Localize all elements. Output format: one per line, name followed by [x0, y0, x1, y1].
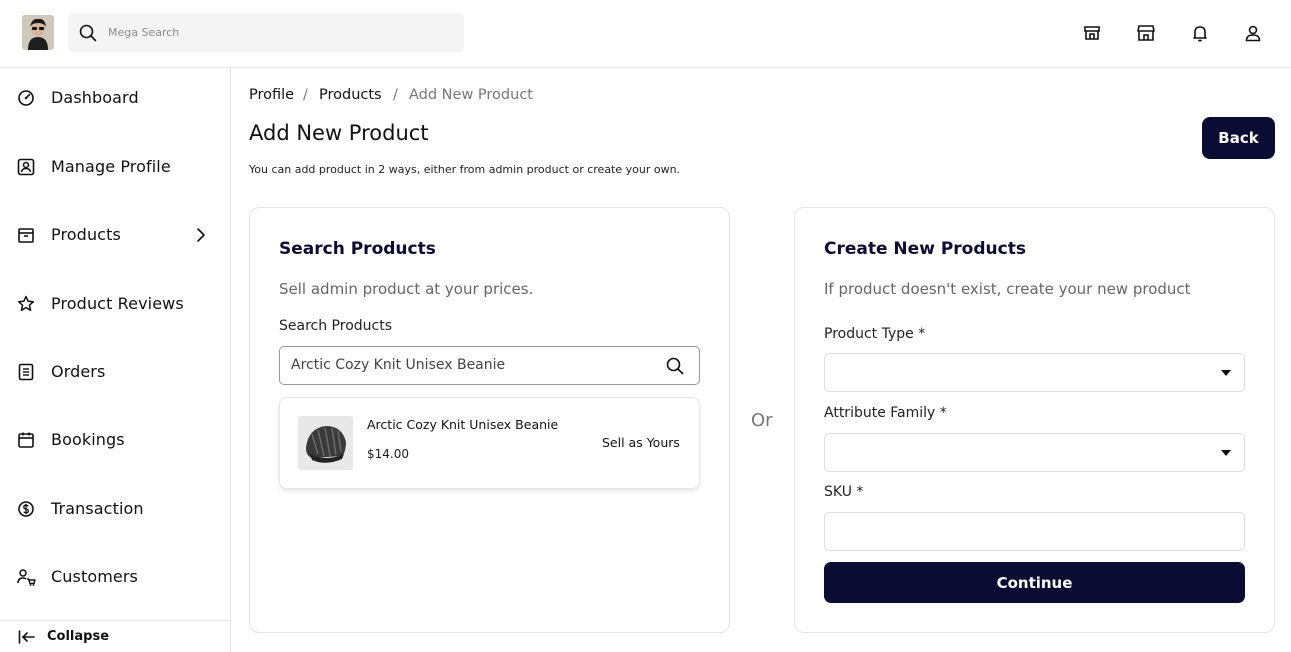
- continue-button[interactable]: Continue: [824, 562, 1245, 603]
- search-products-card: Search Products Sell admin product at yo…: [249, 207, 730, 633]
- or-divider: Or: [751, 410, 773, 431]
- search-card-title: Search Products: [279, 239, 436, 259]
- product-type-select[interactable]: [824, 353, 1245, 392]
- user-icon[interactable]: [1243, 23, 1263, 43]
- attribute-family-select[interactable]: [824, 433, 1245, 472]
- dollar-icon: [18, 501, 34, 517]
- sidebar-item-label: Products: [51, 225, 121, 244]
- result-product-name: Arctic Cozy Knit Unisex Beanie: [367, 417, 559, 432]
- store-icon[interactable]: [1082, 23, 1102, 43]
- customers-icon: [17, 569, 36, 586]
- search-card-description: Sell admin product at your prices.: [279, 280, 534, 298]
- sidebar-item-label: Manage Profile: [51, 157, 171, 176]
- star-icon: [17, 295, 35, 312]
- sidebar-item-label: Transaction: [51, 499, 144, 518]
- collapse-label: Collapse: [47, 629, 110, 644]
- dashboard-icon: [18, 90, 34, 106]
- collapse-sidebar-button[interactable]: Collapse: [0, 620, 230, 652]
- mega-search[interactable]: [68, 13, 464, 52]
- product-type-label: Product Type *: [824, 326, 926, 342]
- sidebar-item-label: Bookings: [51, 430, 125, 449]
- back-button[interactable]: Back: [1202, 117, 1275, 159]
- breadcrumb-current: Add New Product: [409, 87, 533, 103]
- mega-search-input[interactable]: [108, 13, 448, 52]
- sidebar-item-customers[interactable]: Customers: [0, 557, 230, 597]
- search-icon[interactable]: [666, 357, 684, 375]
- sku-label: SKU *: [824, 484, 864, 500]
- attribute-family-label: Attribute Family *: [824, 405, 947, 421]
- page-title: Add New Product: [249, 121, 429, 145]
- breadcrumb-separator: /: [303, 87, 308, 103]
- sidebar-item-orders[interactable]: Orders: [0, 352, 230, 392]
- create-card-description: If product doesn't exist, create your ne…: [824, 280, 1191, 298]
- sidebar-item-label: Dashboard: [51, 88, 139, 107]
- search-icon: [79, 24, 97, 42]
- avatar-logo-image: [22, 15, 54, 50]
- sidebar-item-transaction[interactable]: Transaction: [0, 489, 230, 529]
- calendar-icon: [18, 432, 34, 448]
- sidebar-item-label: Orders: [51, 362, 106, 381]
- bell-icon[interactable]: [1190, 23, 1210, 43]
- breadcrumb-separator: /: [393, 87, 398, 103]
- collapse-arrow-icon: [18, 630, 35, 644]
- chevron-right-icon: [197, 228, 205, 242]
- sidebar-item-label: Customers: [51, 567, 138, 586]
- product-search-field[interactable]: Arctic Cozy Knit Unisex Beanie: [279, 346, 700, 385]
- create-product-card: Create New Products If product doesn't e…: [794, 207, 1275, 633]
- sidebar-item-products[interactable]: Products: [0, 215, 230, 255]
- orders-icon: [18, 363, 34, 381]
- result-product-price: $14.00: [367, 447, 409, 461]
- sell-as-yours-button[interactable]: Sell as Yours: [602, 435, 680, 450]
- box-icon: [18, 228, 34, 243]
- breadcrumb-products[interactable]: Products: [319, 87, 382, 103]
- profile-icon: [17, 158, 35, 176]
- breadcrumb-profile[interactable]: Profile: [249, 87, 294, 103]
- sidebar-item-product-reviews[interactable]: Product Reviews: [0, 284, 230, 324]
- beanie-image: [298, 416, 353, 470]
- dropdown-caret-icon: [1221, 370, 1231, 376]
- sku-input[interactable]: [824, 512, 1245, 551]
- search-result-item[interactable]: Arctic Cozy Knit Unisex Beanie $14.00 Se…: [279, 397, 700, 489]
- dropdown-caret-icon: [1221, 450, 1231, 456]
- product-search-value[interactable]: Arctic Cozy Knit Unisex Beanie: [291, 357, 505, 373]
- brand-logo[interactable]: [22, 15, 54, 50]
- page-subtitle: You can add product in 2 ways, either fr…: [249, 163, 681, 176]
- top-header: [0, 0, 1291, 68]
- create-card-title: Create New Products: [824, 239, 1026, 259]
- sidebar-item-manage-profile[interactable]: Manage Profile: [0, 147, 230, 187]
- sidebar-item-label: Product Reviews: [51, 294, 184, 313]
- sidebar: Dashboard Manage Profile Products Produc…: [0, 68, 231, 652]
- sidebar-item-dashboard[interactable]: Dashboard: [0, 78, 230, 118]
- product-thumbnail: [298, 416, 353, 470]
- sidebar-item-bookings[interactable]: Bookings: [0, 420, 230, 460]
- shop-icon[interactable]: [1136, 23, 1156, 43]
- search-field-label: Search Products: [279, 318, 392, 334]
